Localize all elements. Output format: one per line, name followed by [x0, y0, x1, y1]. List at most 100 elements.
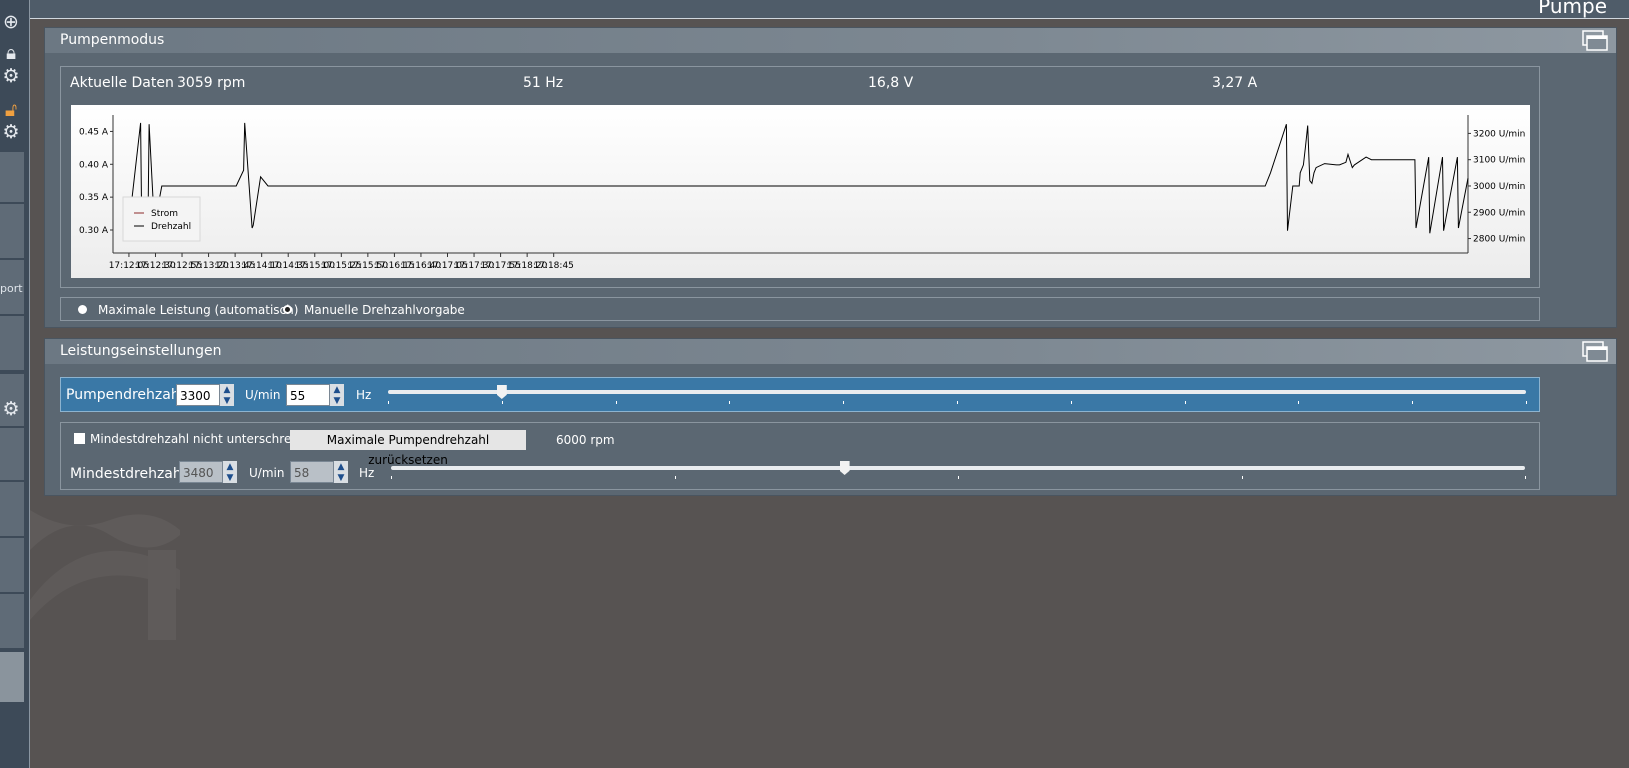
current-value: 3,27 A	[1212, 75, 1258, 91]
radio-manual-label[interactable]: Manuelle Drehzahlvorgabe	[304, 303, 465, 317]
slider-tick	[957, 401, 958, 404]
slider-tick	[1298, 401, 1300, 404]
radio-auto[interactable]	[78, 305, 87, 314]
series-line-drehzahl	[128, 122, 1469, 234]
voltage-value: 16,8 V	[868, 75, 914, 91]
min-hz-stepper[interactable]: ▲ ▼	[334, 461, 348, 483]
slider-tick	[388, 401, 389, 404]
right-tick-label: 2800 U/min	[1473, 235, 1525, 245]
spin-up-icon[interactable]: ▲	[220, 384, 234, 395]
hz-unit: Hz	[359, 466, 375, 480]
reset-max-speed-button[interactable]: Maximale Pumpendrehzahl zurücksetzen	[290, 430, 526, 467]
left-tick-label: 0.40 A	[79, 160, 109, 170]
min-speed-checkbox-label[interactable]: Mindestdrehzahl nicht unterschreiten	[90, 432, 314, 446]
slider-track	[391, 466, 1525, 470]
hz-unit: Hz	[356, 388, 372, 402]
spin-down-icon[interactable]: ▼	[223, 472, 237, 483]
slider-thumb[interactable]	[496, 385, 507, 399]
min-rpm-stepper[interactable]: ▲ ▼	[223, 461, 237, 483]
pump-rpm-input[interactable]: 3300	[176, 384, 220, 406]
slider-tick	[501, 401, 503, 404]
gear-icon: ⚙	[2, 121, 20, 143]
sidebar-item[interactable]	[0, 428, 24, 481]
spin-up-icon[interactable]: ▲	[330, 384, 344, 395]
pump-mode-panel: Pumpenmodus Aktuelle Daten 3059 rpm 51 H…	[45, 28, 1616, 327]
slider-tick	[1070, 401, 1072, 404]
sidebar: ⊕ 🔒︎ ⚙ 🔓︎ ⚙ port ⚙	[0, 0, 30, 768]
rpm-value: 3059 rpm	[177, 75, 246, 91]
current-data-box: Aktuelle Daten 3059 rpm 51 Hz 16,8 V 3,2…	[60, 66, 1540, 288]
slider-track	[388, 390, 1526, 394]
rpm-unit: U/min	[245, 388, 281, 402]
speed-current-chart: 0.45 A 0.40 A 0.35 A 0.30 A 3200 U/min 3100 U…	[79, 115, 1525, 271]
slider-tick	[1412, 401, 1414, 404]
sidebar-item[interactable]	[0, 204, 24, 259]
brand-watermark	[30, 490, 180, 640]
pump-hz-input[interactable]: 55	[286, 384, 330, 406]
legend-box	[122, 196, 201, 242]
spin-down-icon[interactable]: ▼	[334, 472, 348, 483]
add-icon[interactable]: ⊕	[0, 11, 22, 33]
left-tick-label: 0.30 A	[79, 226, 109, 236]
lock-icon: 🔒︎	[5, 42, 17, 64]
page-title: Pumpe	[1538, 0, 1607, 18]
radio-manual[interactable]	[283, 305, 292, 314]
radio-auto-label[interactable]: Maximale Leistung (automatisch)	[98, 303, 298, 317]
panel-title: Pumpenmodus	[60, 32, 165, 48]
pump-speed-label: Pumpendrehzahl	[66, 387, 184, 403]
spin-up-icon[interactable]: ▲	[223, 461, 237, 472]
pump-speed-slider[interactable]	[388, 378, 1527, 413]
sidebar-item-lock[interactable]: 🔒︎ ⚙	[0, 40, 24, 93]
min-speed-checkbox[interactable]	[74, 433, 85, 444]
spin-down-icon[interactable]: ▼	[220, 395, 234, 406]
sidebar-item[interactable]	[0, 594, 24, 649]
min-speed-slider[interactable]	[391, 453, 1526, 488]
slider-tick	[843, 401, 845, 404]
slider-tick	[1184, 401, 1186, 404]
right-tick-label: 3100 U/min	[1473, 156, 1525, 166]
slider-tick	[1526, 401, 1527, 404]
sidebar-item-label: port	[0, 282, 23, 295]
pump-rpm-stepper[interactable]: ▲ ▼	[220, 384, 234, 406]
sidebar-item[interactable]	[0, 538, 24, 593]
spin-down-icon[interactable]: ▼	[330, 395, 344, 406]
chart-area: 0.45 A 0.40 A 0.35 A 0.30 A 3200 U/min 3100 U…	[71, 105, 1530, 278]
slider-tick	[958, 476, 959, 479]
panel-header: Pumpenmodus	[45, 28, 1616, 53]
sidebar-item-settings[interactable]: ⚙	[0, 374, 24, 427]
window-icon[interactable]	[1582, 341, 1608, 363]
slider-tick	[729, 401, 731, 404]
legend-label-drehzahl: Drehzahl	[151, 222, 191, 232]
sidebar-item-support[interactable]: port	[0, 260, 24, 315]
hz-value: 51 Hz	[523, 75, 564, 91]
slider-thumb[interactable]	[839, 461, 850, 475]
sidebar-item[interactable]	[0, 482, 24, 537]
x-tick-label: 17:18:45	[533, 261, 573, 271]
sidebar-item-unlock[interactable]: 🔓︎ ⚙	[0, 98, 24, 147]
window-icon[interactable]	[1582, 30, 1608, 52]
min-speed-label: Mindestdrehzahl	[70, 466, 186, 482]
slider-tick	[1525, 476, 1526, 479]
mode-radio-group: Maximale Leistung (automatisch) Manuelle…	[60, 297, 1540, 321]
right-tick-label: 3200 U/min	[1473, 129, 1525, 139]
spin-up-icon[interactable]: ▲	[334, 461, 348, 472]
slider-tick	[615, 401, 617, 404]
sidebar-item-active[interactable]	[0, 652, 24, 703]
slider-tick	[1241, 476, 1243, 479]
sidebar-item[interactable]	[0, 316, 24, 371]
panel-title: Leistungseinstellungen	[60, 343, 222, 359]
slider-tick	[391, 476, 392, 479]
right-tick-label: 2900 U/min	[1473, 208, 1525, 218]
min-rpm-input[interactable]: 3480	[179, 461, 223, 483]
sidebar-item[interactable]	[0, 152, 24, 203]
min-hz-input[interactable]: 58	[290, 461, 334, 483]
max-rpm-value: 6000 rpm	[556, 433, 615, 447]
slider-tick	[674, 476, 676, 479]
gear-icon: ⚙	[2, 65, 20, 87]
left-tick-label: 0.35 A	[79, 193, 109, 203]
header-bar: Pumpe	[30, 0, 1629, 19]
pump-speed-row: Pumpendrehzahl 3300 ▲ ▼ U/min 55 ▲ ▼ Hz	[60, 377, 1540, 412]
power-settings-panel: Leistungseinstellungen Pumpendrehzahl 33…	[45, 339, 1616, 495]
pump-hz-stepper[interactable]: ▲ ▼	[330, 384, 344, 406]
panel-header: Leistungseinstellungen	[45, 339, 1616, 364]
